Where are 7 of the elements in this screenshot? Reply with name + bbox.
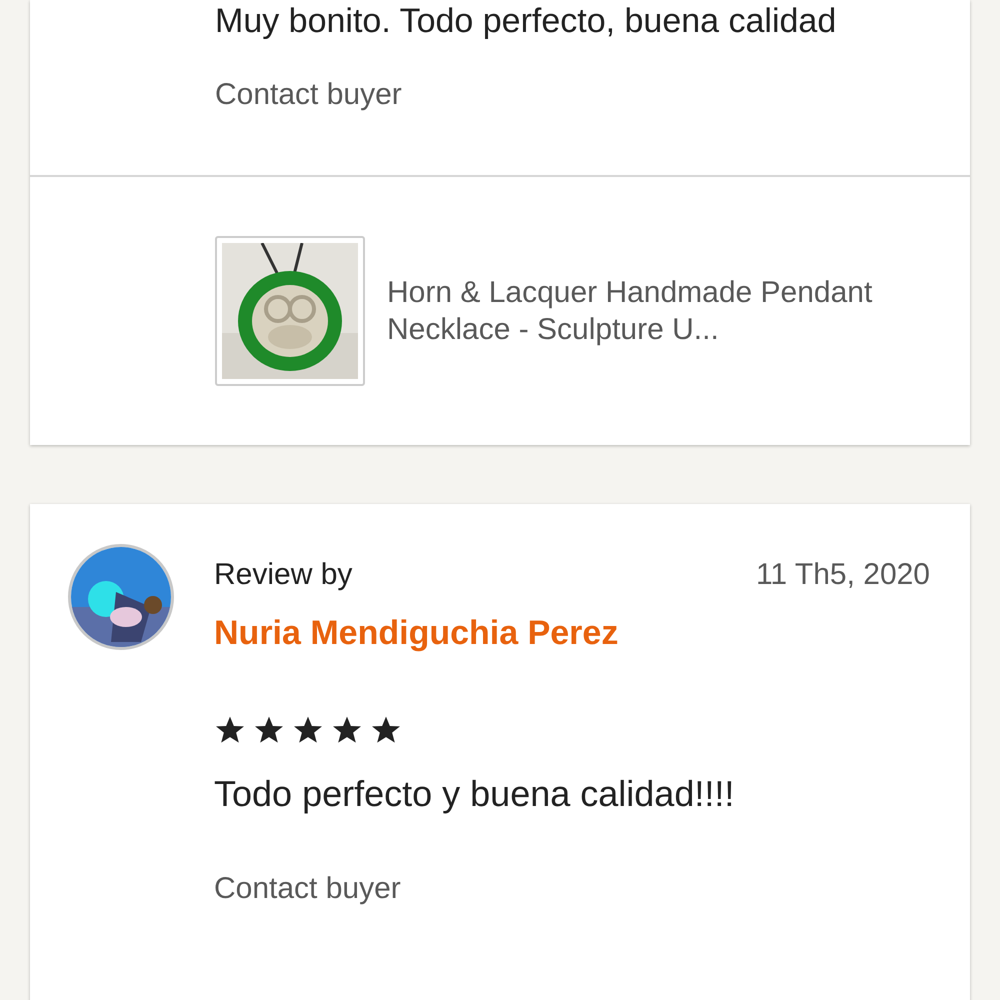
contact-buyer-link[interactable]: Contact buyer: [215, 72, 402, 117]
review-date: 11 Th5, 2020: [756, 558, 930, 592]
contact-buyer-link[interactable]: Contact buyer: [214, 866, 401, 911]
review-text: Todo perfecto y buena calidad!!!!: [214, 774, 736, 814]
product-title-link[interactable]: Horn & Lacquer Handmade Pendant Necklace - Sculpture U...: [387, 274, 930, 348]
review-by-label: Review by: [214, 558, 352, 592]
review-text: Muy bonito. Todo perfecto, buena calidad: [215, 2, 838, 40]
